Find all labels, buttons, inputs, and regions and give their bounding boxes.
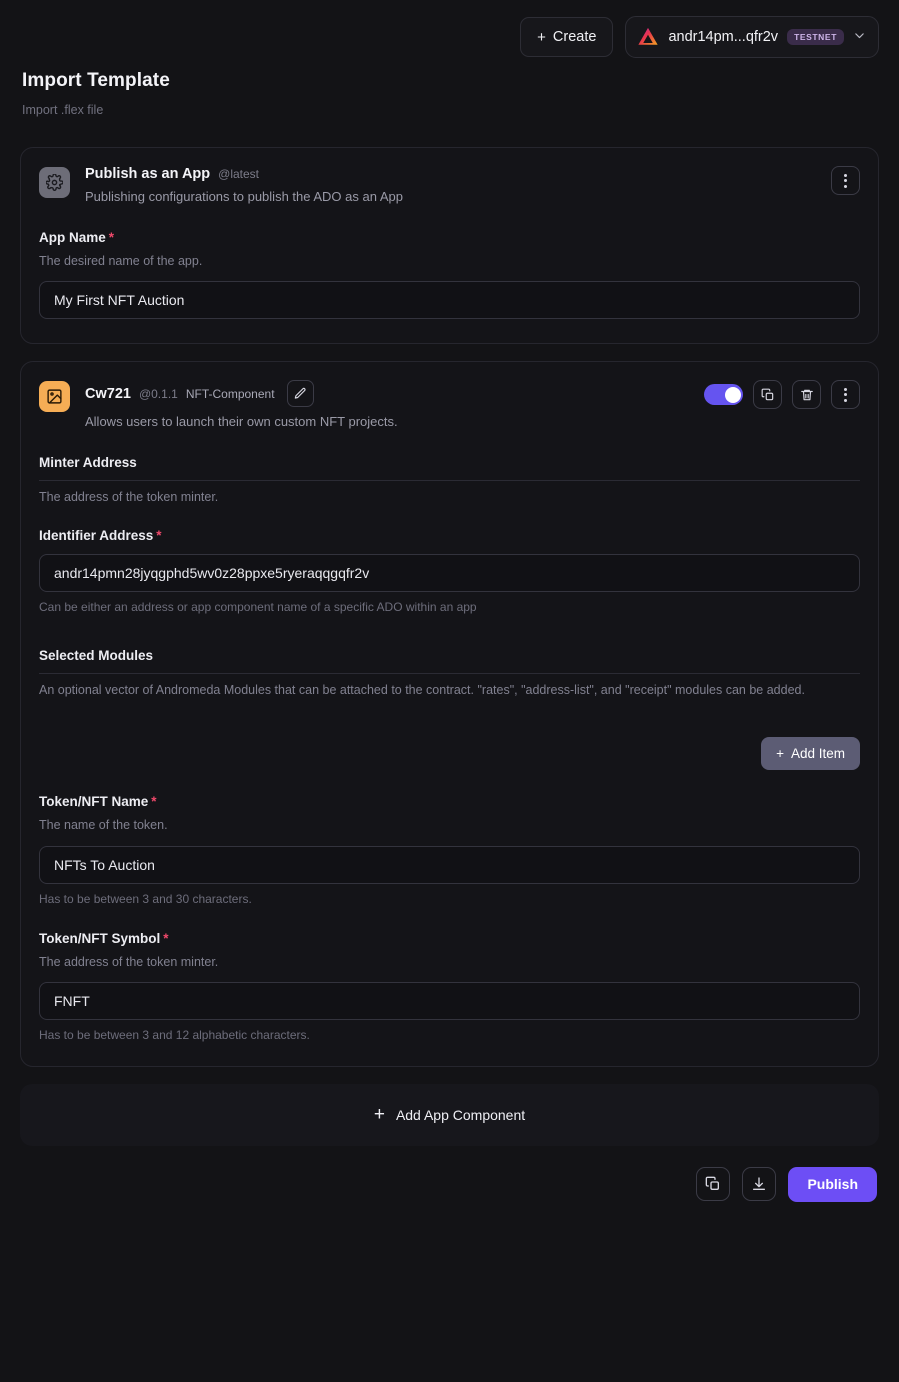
field-hint: Has to be between 3 and 30 characters.: [39, 891, 252, 906]
field-help: An optional vector of Andromeda Modules …: [39, 683, 805, 698]
ado-type: NFT-Component: [185, 386, 275, 401]
footer-actions: Publish: [0, 1146, 899, 1202]
ado-version: @0.1.1: [138, 386, 178, 401]
wallet-selector[interactable]: andr14pm...qfr2v TESTNET: [625, 16, 879, 58]
download-button[interactable]: [742, 1167, 777, 1202]
field-minter-address: Minter Address The address of the token …: [39, 455, 860, 506]
top-bar: + Create andr14pm...qfr2v TESTNET: [0, 0, 899, 62]
field-label-text: Token/NFT Symbol: [39, 930, 161, 946]
card-header: Cw721 @0.1.1 NFT-Component Allows users …: [21, 362, 878, 429]
page-title: Import Template: [22, 70, 170, 91]
wallet-address: andr14pm...qfr2v: [668, 29, 779, 45]
field-label-text: Selected Modules: [39, 648, 154, 664]
field-label: Minter Address: [39, 455, 860, 470]
field-hint: Can be either an address or app componen…: [39, 600, 477, 615]
publish-button[interactable]: Publish: [788, 1166, 877, 1202]
delete-component-button[interactable]: [792, 380, 821, 410]
field-identifier-address: Identifier Address* Can be either an add…: [39, 528, 860, 614]
ado-description: Allows users to launch their own custom …: [85, 414, 398, 430]
required-marker: *: [163, 930, 169, 946]
field-selected-modules: Selected Modules An optional vector of A…: [39, 648, 860, 771]
add-item-button[interactable]: + Add Item: [761, 737, 860, 771]
field-help: The desired name of the app.: [39, 254, 203, 268]
gear-icon: [39, 167, 70, 198]
page-header: Import Template Import .flex file: [0, 62, 899, 117]
edit-name-button[interactable]: [286, 380, 314, 408]
required-marker: *: [151, 794, 157, 810]
enable-component-toggle[interactable]: [704, 384, 743, 406]
field-label-text: Identifier Address: [39, 528, 154, 544]
field-label: Selected Modules: [39, 648, 860, 663]
field-label: App Name *: [39, 230, 860, 245]
card-actions: [694, 380, 860, 410]
ado-name: Publish as an App: [85, 166, 211, 182]
field-token-nft-name: Token/NFT Name* The name of the token. H…: [39, 794, 860, 906]
image-icon: [39, 381, 70, 413]
field-label-text: App Name: [39, 230, 106, 245]
field-help: The address of the token minter.: [39, 954, 219, 969]
field-label: Token/NFT Symbol *: [39, 931, 860, 946]
ado-description: Publishing configurations to publish the…: [85, 189, 403, 204]
required-marker: *: [108, 230, 115, 245]
divider: [39, 673, 860, 675]
field-app-name: App Name * The desired name of the app.: [39, 230, 860, 320]
field-label-text: Minter Address: [39, 455, 137, 471]
copy-button[interactable]: [696, 1167, 731, 1202]
import-template-page: + Create andr14pm...qfr2v TESTNET Import…: [0, 0, 899, 1382]
add-app-component-button[interactable]: + Add App Component: [20, 1083, 879, 1146]
create-button-label: Create: [552, 29, 597, 45]
identifier-address-input[interactable]: [39, 554, 860, 593]
add-app-component-label: Add App Component: [395, 1106, 526, 1123]
app-name-input[interactable]: [39, 281, 860, 320]
plus-icon: +: [373, 1104, 385, 1126]
field-label-text: Token/NFT Name: [39, 794, 149, 810]
field-token-nft-symbol: Token/NFT Symbol * The address of the tok…: [39, 931, 860, 1042]
plus-icon: +: [776, 746, 784, 762]
page-subtitle: Import .flex file: [22, 103, 104, 117]
token-nft-name-input[interactable]: [39, 845, 860, 884]
network-badge: TESTNET: [787, 29, 844, 45]
required-marker: *: [156, 528, 162, 544]
kebab-menu-icon: [844, 173, 847, 188]
field-help: The address of the token minter.: [39, 490, 219, 505]
create-button[interactable]: + Create: [520, 17, 614, 57]
ado-card-cw721: Cw721 @0.1.1 NFT-Component Allows users …: [20, 361, 879, 1067]
ado-version: @latest: [218, 167, 260, 181]
divider: [39, 480, 860, 482]
add-item-row: + Add Item: [39, 737, 860, 771]
card-menu-button[interactable]: [831, 166, 860, 195]
field-hint: Has to be between 3 and 12 alphabetic ch…: [39, 1027, 310, 1042]
add-item-label: Add Item: [790, 746, 845, 762]
token-nft-symbol-input[interactable]: [39, 981, 860, 1020]
field-label: Identifier Address *: [39, 528, 860, 543]
field-help: The name of the token.: [39, 818, 168, 833]
card-header: Publish as an App @latest Publishing con…: [21, 148, 878, 204]
plus-icon: +: [537, 28, 546, 46]
ado-name: Cw721: [85, 385, 131, 402]
duplicate-component-button[interactable]: [753, 380, 782, 410]
card-actions: [821, 166, 860, 195]
kebab-menu-icon: [844, 387, 847, 402]
andromeda-logo-icon: [637, 26, 659, 48]
card-menu-button[interactable]: [831, 380, 860, 410]
card-body: Minter Address The address of the token …: [21, 455, 878, 1066]
field-label: Token/NFT Name *: [39, 794, 860, 809]
ado-card-publish-as-an-app: Publish as an App @latest Publishing con…: [20, 147, 879, 345]
chevron-down-icon: [853, 29, 866, 45]
card-body: App Name * The desired name of the app.: [21, 230, 878, 343]
